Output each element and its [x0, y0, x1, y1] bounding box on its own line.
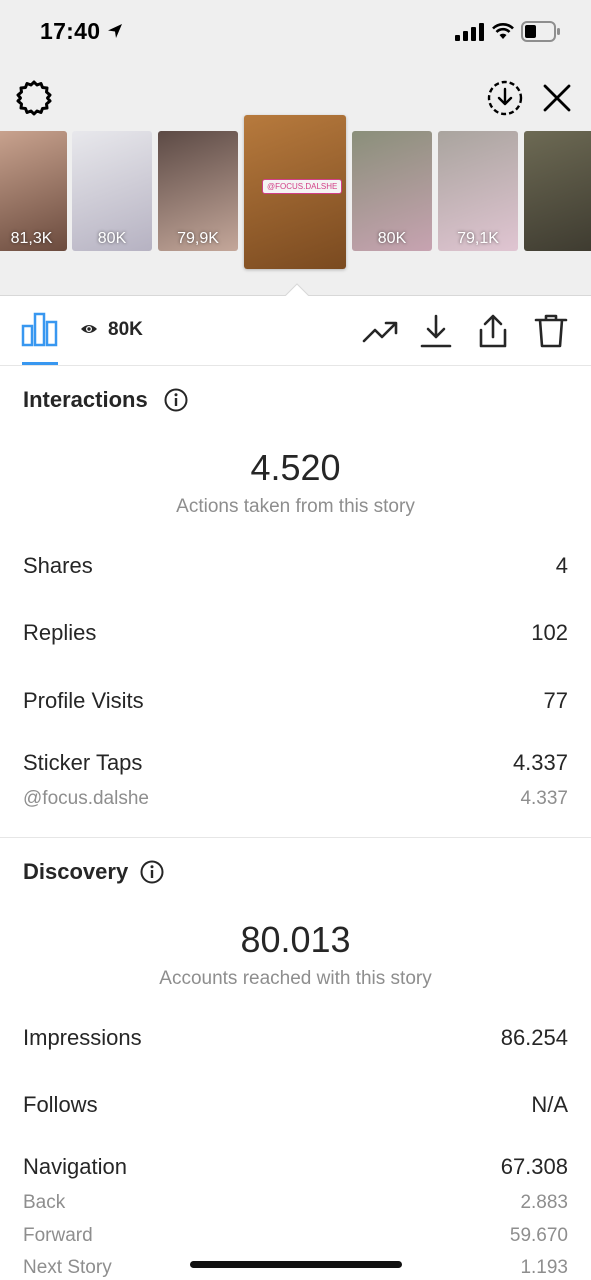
story-thumbnail-strip[interactable]: 81,3K 80K 79,9K @FOCUS.DALSHE 80K 79,1K — [0, 113, 591, 273]
nav-forward-value: 59.670 — [509, 1225, 568, 1246]
discovery-total: 80.013 — [240, 919, 351, 960]
interactions-total: 4.520 — [250, 447, 341, 488]
promote-trending-icon[interactable] — [362, 313, 398, 349]
delete-trash-icon[interactable] — [533, 313, 569, 349]
story-thumbnail-selected[interactable]: @FOCUS.DALSHE — [244, 115, 346, 269]
interactions-title: Interactions — [23, 387, 148, 412]
story-thumbnail-views: 80K — [377, 230, 407, 247]
interactions-info-icon[interactable] — [164, 388, 188, 412]
insights-bar-chart-icon[interactable] — [21, 312, 59, 348]
nav-back-label: Back — [23, 1192, 66, 1213]
save-download-icon[interactable] — [485, 78, 525, 118]
replies-value: 102 — [531, 620, 568, 645]
story-preview-area: 17:40 81,3K 80K 79,9K @FOCUS.DALSHE 80K 7 — [0, 0, 591, 297]
battery-icon — [521, 21, 560, 42]
nav-next-story-label: Next Story — [23, 1257, 112, 1278]
navigation-value: 67.308 — [500, 1154, 568, 1179]
story-thumbnail-views: 79,9K — [177, 230, 219, 247]
close-icon[interactable] — [539, 80, 575, 116]
sticker-account-label: @focus.dalshe — [23, 788, 149, 809]
settings-gear-icon[interactable] — [14, 78, 54, 118]
eye-icon — [81, 325, 97, 333]
story-thumbnail-views: 79,1K — [457, 230, 499, 247]
profile-visits-label: Profile Visits — [23, 688, 144, 713]
story-thumbnail[interactable] — [524, 131, 591, 251]
follows-label: Follows — [23, 1092, 98, 1117]
status-time: 17:40 — [40, 18, 101, 44]
nav-next-story-value: 1.193 — [520, 1257, 568, 1278]
sticker-account-value: 4.337 — [520, 788, 568, 809]
home-indicator — [190, 1261, 402, 1268]
selected-story-pointer — [284, 283, 310, 297]
story-thumbnail[interactable]: 80K — [352, 131, 432, 251]
story-thumbnail[interactable]: 79,1K — [438, 131, 518, 251]
navigation-label: Navigation — [23, 1154, 127, 1179]
viewers-count[interactable]: 80K — [108, 319, 143, 341]
download-icon[interactable] — [418, 313, 454, 349]
story-thumbnail[interactable]: 80K — [72, 131, 152, 251]
story-mention-sticker: @FOCUS.DALSHE — [262, 179, 343, 194]
impressions-label: Impressions — [23, 1025, 142, 1050]
story-thumbnail[interactable]: 81,3K — [0, 131, 67, 251]
interactions-caption: Actions taken from this story — [176, 496, 415, 517]
story-thumbnail[interactable]: 79,9K — [158, 131, 238, 251]
follows-value: N/A — [531, 1092, 568, 1117]
story-thumbnail-views: 81,3K — [10, 230, 53, 247]
section-divider — [0, 837, 591, 838]
discovery-caption: Accounts reached with this story — [159, 968, 432, 989]
wifi-icon — [492, 23, 514, 39]
sticker-taps-label: Sticker Taps — [23, 750, 143, 775]
discovery-title: Discovery — [23, 859, 129, 884]
sticker-taps-value: 4.337 — [512, 750, 568, 775]
nav-back-value: 2.883 — [520, 1192, 568, 1213]
shares-value: 4 — [555, 553, 568, 578]
insights-toolbar: 80K — [0, 297, 591, 366]
cellular-signal-icon — [455, 23, 484, 41]
status-bar: 17:40 — [0, 0, 591, 64]
nav-forward-label: Forward — [23, 1225, 93, 1246]
discovery-info-icon[interactable] — [140, 860, 164, 884]
profile-visits-value: 77 — [543, 688, 568, 713]
shares-label: Shares — [23, 553, 93, 578]
share-icon[interactable] — [475, 313, 511, 349]
story-thumbnail-views: 80K — [97, 230, 127, 247]
location-arrow-icon — [108, 24, 122, 38]
replies-label: Replies — [23, 620, 97, 645]
impressions-value: 86.254 — [500, 1025, 568, 1050]
active-tab-indicator — [22, 362, 58, 365]
